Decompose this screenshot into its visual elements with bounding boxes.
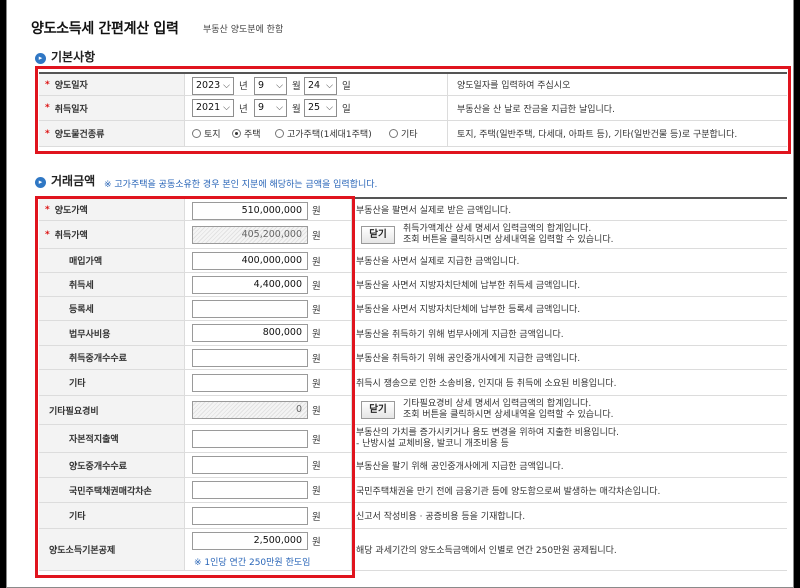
row-desc-line: 조회 버튼을 클릭하시면 상세내역을 입력할 수 있습니다. xyxy=(403,234,614,245)
row-desc-line: 부동산의 가치를 증가시키거나 용도 변경을 위하여 지출한 비용입니다. xyxy=(356,427,620,438)
page-subtitle: 부동산 양도분에 한함 xyxy=(203,25,284,35)
row-desc: 부동산의 가치를 증가시키거나 용도 변경을 위하여 지출한 비용입니다. - … xyxy=(356,425,619,452)
close-acquire-detail-button[interactable]: 닫기 xyxy=(361,226,395,244)
section-bullet-icon: ▸ xyxy=(35,53,46,64)
row-desc: 부동산을 팔기 위해 공인중개사에게 지급한 금액입니다. xyxy=(356,461,564,472)
row-desc: 신고서 작성비용 · 공증비용 등을 기재합니다. xyxy=(356,512,526,522)
row-desc-line: 취득가액계산 상세 명세서 입력금액의 합계입니다. xyxy=(403,223,592,234)
row-desc: 기타필요경비 상세 명세서 입력금액의 합계입니다. 조회 버튼을 클릭하시면 … xyxy=(403,396,613,424)
row-desc: 부동산을 취득하기 위해 공인중개사에게 지급한 금액입니다. xyxy=(356,354,581,364)
row-desc-line: 조회 버튼을 클릭하시면 상세내역을 입력할 수 있습니다. xyxy=(403,410,614,420)
close-other-expense-button[interactable]: 닫기 xyxy=(361,401,395,419)
page-title: 양도소득세 간편계산 입력 xyxy=(31,21,179,37)
section-amount-title: ▸ 거래금액 xyxy=(35,172,95,189)
section-basic-label: 기본사항 xyxy=(51,50,96,64)
section-bullet-icon: ▸ xyxy=(35,177,46,188)
row-desc: 취득시 쟁송으로 인한 소송비용, 인지대 등 취득에 소요된 비용입니다. xyxy=(356,379,617,389)
row-desc-line: - 난방시설 교체비용, 발코니 개조비용 등 xyxy=(356,438,509,449)
row-desc: 취득가액계산 상세 명세서 입력금액의 합계입니다. 조회 버튼을 클릭하시면 … xyxy=(403,221,613,248)
highlight-box-basic xyxy=(35,66,791,154)
highlight-box-amount xyxy=(35,196,355,578)
row-desc-line: 기타필요경비 상세 명세서 입력금액의 합계입니다. xyxy=(403,399,592,409)
row-desc: 해당 과세기간의 양도소득금액에서 인별로 연간 250만원 공제됩니다. xyxy=(356,546,617,556)
row-desc: 부동산을 취득하기 위해 법무사에게 지급한 금액입니다. xyxy=(356,329,564,340)
row-desc: 부동산을 사면서 실제로 지급한 금액입니다. xyxy=(356,257,520,267)
row-desc: 국민주택채권을 만기 전에 금융기관 등에 양도함으로써 발생하는 매각차손입니… xyxy=(356,486,661,497)
section-amount-label: 거래금액 xyxy=(51,174,96,188)
row-desc: 부동산을 사면서 지방자치단체에 납부한 등록세 금액입니다. xyxy=(356,305,581,315)
form-window: 양도소득세 간편계산 입력 부동산 양도분에 한함 ▸ 기본사항 * 양도일자 20… xyxy=(6,0,794,588)
amount-section-note: ※ 고가주택을 공동소유한 경우 본인 지분에 해당하는 금액을 입력합니다. xyxy=(104,180,378,190)
row-desc: 부동산을 팔면서 실제로 받은 금액입니다. xyxy=(356,206,512,216)
row-desc: 부동산을 사면서 지방자치단체에 납부한 취득세 금액입니다. xyxy=(356,281,581,291)
section-basic-title: ▸ 기본사항 xyxy=(35,48,95,65)
